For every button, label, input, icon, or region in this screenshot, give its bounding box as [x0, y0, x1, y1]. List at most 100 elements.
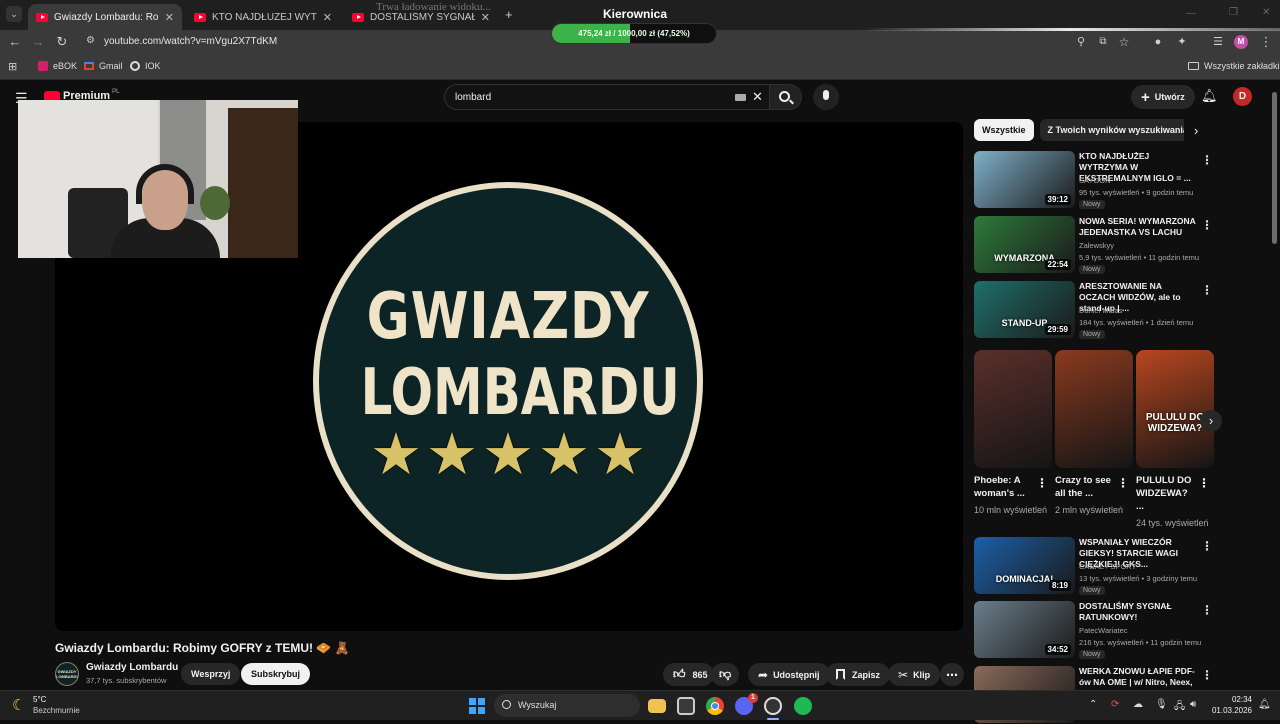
shorts-next-button[interactable]: ›	[1200, 410, 1222, 432]
create-button[interactable]: + Utwórz	[1131, 85, 1195, 109]
reload-icon[interactable]: ↻	[54, 34, 70, 50]
minimize-button[interactable]: —	[1186, 8, 1196, 19]
more-options-icon[interactable]: ⋮	[1201, 539, 1213, 553]
voice-search-button[interactable]	[813, 84, 839, 110]
chip-from-search[interactable]: Z Twoich wyników wyszukiwania	[1039, 119, 1184, 141]
tab-1[interactable]: Gwiazdy Lombardu: Robimy GOFRY ✕	[28, 4, 182, 30]
short-item[interactable]: PULULU DO WIDZEWA? PULULU DO WIDZEWA? ...…	[1136, 350, 1214, 529]
all-bookmarks-folder[interactable]: Wszystkie zakładki	[1188, 61, 1280, 71]
store-icon[interactable]	[677, 697, 695, 715]
tray-volume-icon[interactable]: 🔊︎	[1190, 699, 1196, 710]
tab-list-dropdown[interactable]: ⌄	[6, 6, 22, 22]
video-thumbnail[interactable]: 39:12	[974, 151, 1075, 208]
dislike-button[interactable]: 👎︎	[711, 663, 740, 686]
weather-moon-icon[interactable]: ☾	[12, 696, 25, 714]
install-app-icon[interactable]: ⧉	[1095, 34, 1111, 50]
recommended-video[interactable]: DOMINACJA! 8:19 WSPANIAŁY WIECZÓR GIEKSY! …	[974, 537, 1219, 595]
short-thumbnail[interactable]: PULULU DO WIDZEWA?	[1136, 350, 1214, 468]
chip-all[interactable]: Wszystkie	[974, 119, 1034, 141]
plus-icon: +	[1141, 88, 1150, 106]
short-thumbnail[interactable]	[974, 350, 1052, 468]
bookmark-iok[interactable]: IOK	[130, 61, 161, 71]
more-options-icon[interactable]: ⋮	[1201, 153, 1213, 167]
short-thumbnail[interactable]	[1055, 350, 1133, 468]
page-scrollbar[interactable]	[1272, 92, 1277, 244]
weather-temp[interactable]: 5°C	[33, 695, 46, 704]
reading-list-icon[interactable]: ☰	[1210, 34, 1226, 50]
support-button[interactable]: Wesprzyj	[181, 663, 241, 685]
taskbar-search[interactable]: Wyszukaj	[494, 694, 640, 717]
extension-icon[interactable]: ●	[1150, 34, 1166, 50]
tab-2[interactable]: KTO NAJDŁUŻEJ WYTRZYMA W... ✕	[186, 4, 340, 30]
clip-button[interactable]: ✂ Klip	[888, 663, 941, 686]
recommended-video[interactable]: 39:12 KTO NAJDŁUŻEJ WYTRZYMA W EKSTREMALN…	[974, 151, 1219, 209]
spotify-icon[interactable]	[794, 697, 812, 715]
discord-icon[interactable]: 1	[735, 693, 758, 715]
tray-chevron-icon[interactable]: ⌃	[1089, 699, 1097, 710]
search-input[interactable]: lombard	[455, 92, 491, 103]
tray-mic-icon[interactable]: 🎙︎	[1155, 699, 1168, 710]
more-options-icon[interactable]: ⋮	[1201, 283, 1213, 297]
bookmark-gmail[interactable]: Gmail	[84, 61, 123, 71]
maximize-button[interactable]: ❐	[1229, 7, 1238, 18]
tray-cloud-icon[interactable]: ☁	[1133, 699, 1143, 710]
video-title-link[interactable]: DOSTALIŚMY SYGNAŁ RATUNKOWY!	[1079, 601, 1197, 623]
recommended-video[interactable]: 34:52 DOSTALIŚMY SYGNAŁ RATUNKOWY! PatecWa…	[974, 601, 1219, 659]
share-button[interactable]: ➦ Udostępnij	[748, 663, 830, 686]
apps-grid-icon[interactable]: ⊞	[8, 60, 17, 73]
user-avatar[interactable]: D	[1233, 87, 1252, 106]
more-options-icon[interactable]: ⋮	[1198, 476, 1210, 490]
more-options-icon[interactable]: ⋮	[1201, 218, 1213, 232]
video-thumbnail[interactable]: DOMINACJA! 8:19	[974, 537, 1075, 594]
start-button[interactable]	[469, 698, 485, 714]
tray-sync-icon[interactable]: ⟳	[1111, 699, 1119, 710]
video-thumbnail[interactable]: STAND-UP 29:59	[974, 281, 1075, 338]
more-options-icon[interactable]: ⋮	[1201, 668, 1213, 682]
profile-avatar[interactable]: M	[1234, 35, 1248, 49]
zoom-icon[interactable]: ⚲	[1073, 34, 1089, 50]
close-tab-icon[interactable]: ✕	[159, 11, 174, 24]
more-options-icon[interactable]: ⋮	[1117, 476, 1129, 490]
more-options-icon[interactable]: ⋮	[1201, 603, 1213, 617]
search-button[interactable]	[770, 84, 802, 110]
channel-logo[interactable]: GWIAZDY LOMBARDU	[55, 662, 79, 686]
save-button[interactable]: Zapisz	[826, 663, 891, 686]
video-thumbnail[interactable]: WYMARZONA 22:54	[974, 216, 1075, 273]
recommended-video[interactable]: WYMARZONA 22:54 NOWA SERIA! WYMARZONA JEDE…	[974, 216, 1219, 274]
close-tab-icon[interactable]: ✕	[317, 11, 332, 24]
short-title[interactable]: Phoebe: A woman's ...	[974, 474, 1036, 500]
video-title-link[interactable]: NOWA SERIA! WYMARZONA JEDENASTKA VS LACH…	[1079, 216, 1197, 238]
chips-next-chevron-icon[interactable]: ›	[1194, 123, 1198, 138]
keyboard-icon[interactable]	[735, 94, 746, 101]
clock-time[interactable]: 02:34	[1212, 695, 1252, 704]
video-thumbnail[interactable]: 34:52	[974, 601, 1075, 658]
bookmark-ebok[interactable]: eBOK	[38, 61, 77, 71]
menu-kebab-icon[interactable]: ⋮	[1258, 34, 1274, 50]
short-item[interactable]: Crazy to see all the ... ⋮ 2 mln wyświetle…	[1055, 350, 1133, 516]
close-window-button[interactable]: ✕	[1262, 7, 1270, 18]
forward-arrow-icon[interactable]: →	[30, 34, 46, 50]
puzzle-icon[interactable]: ✦	[1174, 34, 1190, 50]
clear-search-icon[interactable]: ✕	[752, 89, 763, 105]
tray-network-icon[interactable]: 🖧	[1174, 699, 1185, 716]
steering-app-icon[interactable]	[764, 697, 782, 715]
short-title[interactable]: PULULU DO WIDZEWA? ...	[1136, 474, 1198, 513]
file-explorer-icon[interactable]	[648, 699, 666, 713]
site-info-icon[interactable]: ⚙	[86, 35, 95, 46]
more-actions-button[interactable]: ⋯	[940, 663, 964, 686]
recommended-video[interactable]: STAND-UP 29:59 ARESZTOWANIE NA OCZACH WIDZ…	[974, 281, 1219, 339]
like-button[interactable]: 👍︎ 865	[663, 663, 714, 686]
notification-icon[interactable]: 🔔︎	[1258, 699, 1271, 710]
channel-name[interactable]: Gwiazdy Lombardu	[86, 662, 178, 673]
back-arrow-icon[interactable]: ←	[7, 34, 23, 50]
bookmark-star-icon[interactable]: ☆	[1116, 34, 1132, 50]
new-tab-button[interactable]: +	[505, 7, 513, 22]
short-item[interactable]: Phoebe: A woman's ... ⋮ 10 mln wyświetleń	[974, 350, 1052, 516]
subscribe-button[interactable]: Subskrybuj	[241, 663, 311, 685]
search-box[interactable]: lombard ✕	[444, 84, 770, 110]
chrome-icon[interactable]	[706, 697, 724, 715]
notifications-bell-icon[interactable]: 🔔︎	[1201, 88, 1218, 104]
short-title[interactable]: Crazy to see all the ...	[1055, 474, 1117, 500]
clock-date[interactable]: 01.03.2026	[1206, 706, 1252, 715]
more-options-icon[interactable]: ⋮	[1036, 476, 1048, 490]
